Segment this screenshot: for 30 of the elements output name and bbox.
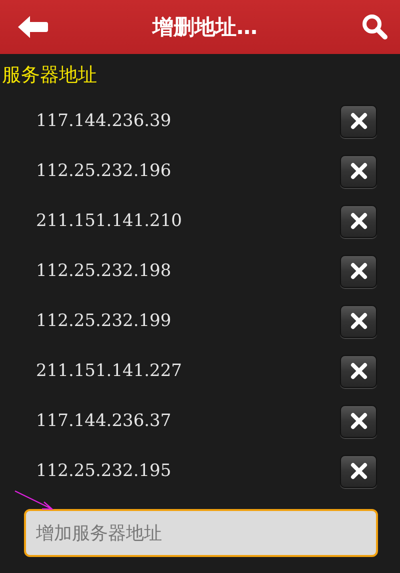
server-address: 112.25.232.199 — [36, 311, 172, 331]
search-icon[interactable] — [362, 14, 388, 40]
close-icon — [350, 412, 368, 430]
annotation-arrow-icon — [14, 490, 54, 512]
back-arrow-icon[interactable] — [18, 16, 48, 38]
add-server-field[interactable]: 增加服务器地址 — [24, 509, 378, 557]
delete-button[interactable] — [340, 104, 377, 138]
close-icon — [350, 212, 368, 230]
close-icon — [350, 312, 368, 330]
server-address: 112.25.232.198 — [36, 261, 172, 281]
close-icon — [350, 162, 368, 180]
server-address: 112.25.232.196 — [36, 161, 172, 181]
server-address: 211.151.141.227 — [36, 361, 182, 381]
close-icon — [350, 362, 368, 380]
close-icon — [350, 112, 368, 130]
server-address: 112.25.232.195 — [36, 461, 172, 481]
server-address: 117.144.236.37 — [36, 411, 172, 431]
delete-button[interactable] — [340, 454, 377, 488]
server-address: 117.144.236.39 — [36, 111, 172, 131]
delete-button[interactable] — [340, 354, 377, 388]
page-title: 增删地址… — [152, 14, 258, 41]
close-icon — [350, 262, 368, 280]
delete-button[interactable] — [340, 254, 377, 288]
server-address: 211.151.141.210 — [36, 211, 182, 231]
delete-button[interactable] — [340, 404, 377, 438]
section-label: 服务器地址 — [2, 64, 97, 86]
delete-button[interactable] — [340, 154, 377, 188]
delete-button[interactable] — [340, 204, 377, 238]
close-icon — [350, 462, 368, 480]
delete-button[interactable] — [340, 304, 377, 338]
